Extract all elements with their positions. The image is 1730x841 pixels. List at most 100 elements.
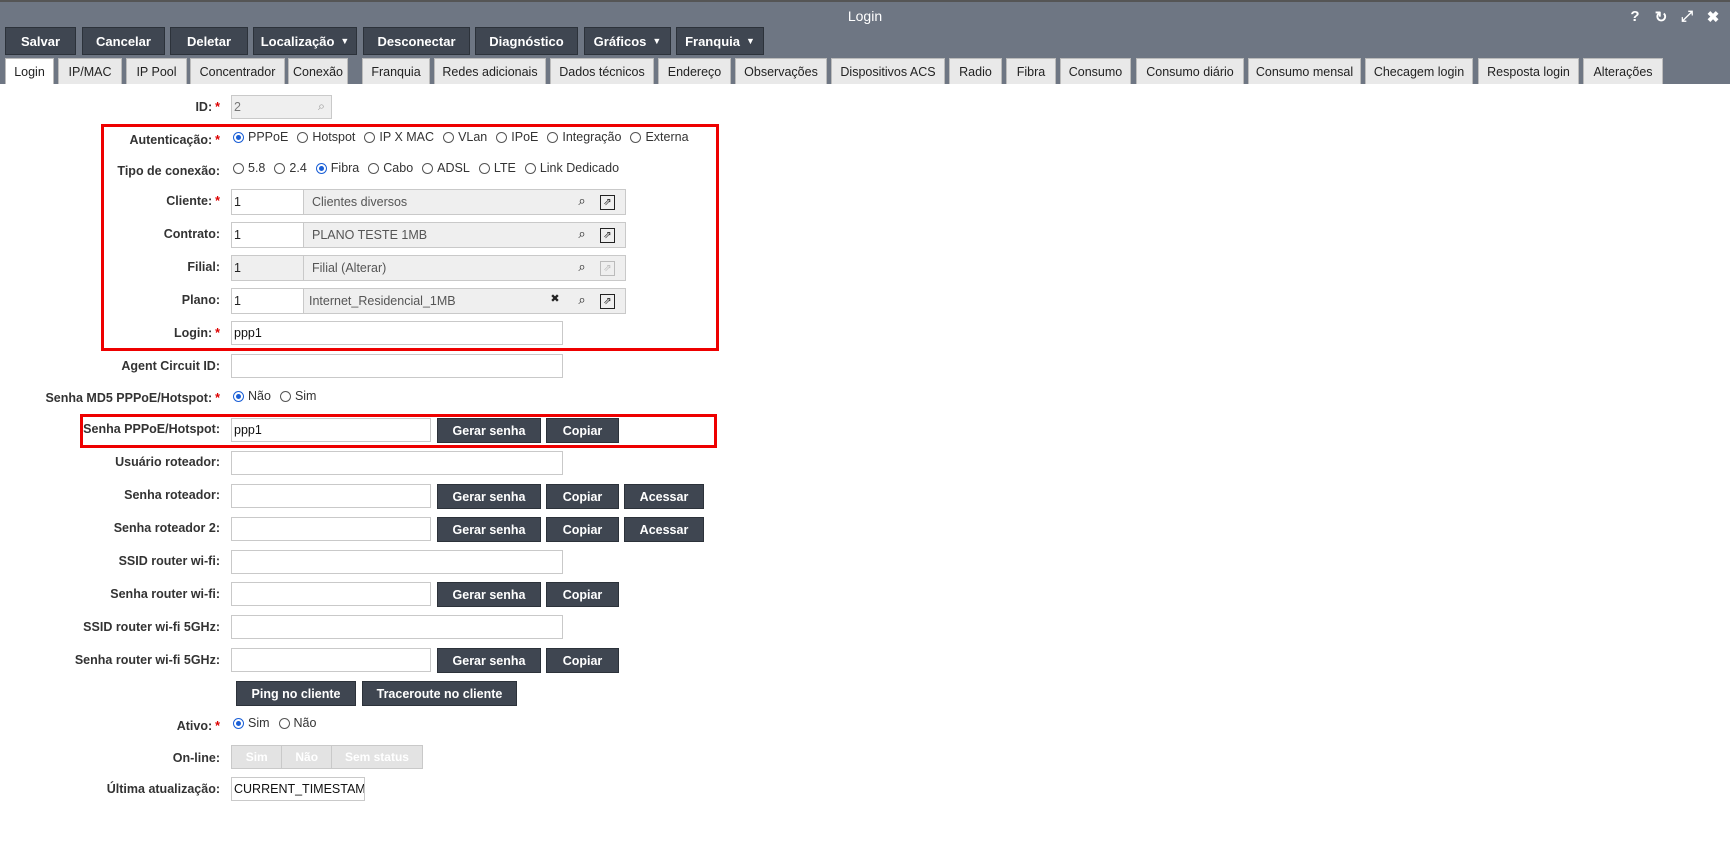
- login-input[interactable]: ppp1: [231, 321, 563, 345]
- cancel-button[interactable]: Cancelar: [82, 27, 165, 55]
- tab-redes-adicionais[interactable]: Redes adicionais: [434, 58, 546, 84]
- gerar-senha-wifi5-button[interactable]: Gerar senha: [437, 648, 541, 673]
- gerar-senha-roteador2-button[interactable]: Gerar senha: [437, 517, 541, 542]
- acessar-roteador2-button[interactable]: Acessar: [624, 517, 704, 542]
- autenticacao-radio-group: PPPoE Hotspot IP X MAC VLan IPoE Integra…: [233, 130, 698, 144]
- radio-fibra[interactable]: Fibra: [315, 161, 359, 175]
- contrato-lookup[interactable]: 1 PLANO TESTE 1MB ⌕ ⇗: [231, 222, 626, 248]
- history-icon[interactable]: ↻: [1652, 8, 1670, 26]
- open-record-icon[interactable]: ⇗: [600, 228, 615, 243]
- tab-radio[interactable]: Radio: [949, 58, 1002, 84]
- radio-integracao[interactable]: Integração: [547, 130, 621, 144]
- tab-observacoes[interactable]: Observações: [735, 58, 827, 84]
- diagnostic-label: Diagnóstico: [489, 33, 564, 49]
- copiar-senha-roteador-button[interactable]: Copiar: [546, 484, 619, 509]
- cliente-lookup[interactable]: 1 Clientes diversos ⌕ ⇗: [231, 189, 626, 215]
- ping-button[interactable]: Ping no cliente: [236, 681, 356, 706]
- franquia-menu-button[interactable]: Franquia ▼: [676, 27, 764, 55]
- expand-icon[interactable]: ⤢: [1678, 8, 1696, 26]
- radio-2-4[interactable]: 2.4: [274, 161, 307, 175]
- senha-wifi5-input[interactable]: [231, 648, 431, 672]
- tab-consumo[interactable]: Consumo: [1060, 58, 1131, 84]
- open-record-icon[interactable]: ⇗: [600, 294, 615, 309]
- acessar-roteador-button[interactable]: Acessar: [624, 484, 704, 509]
- tab-consumo-mensal[interactable]: Consumo mensal: [1248, 58, 1361, 84]
- tab-alteracoes[interactable]: Alterações: [1583, 58, 1663, 84]
- cliente-code[interactable]: 1: [232, 190, 304, 214]
- radio-label: PPPoE: [248, 130, 289, 144]
- tab-resposta-login[interactable]: Resposta login: [1478, 58, 1579, 84]
- agent-circuit-id-input[interactable]: [231, 354, 563, 378]
- copiar-senha-wifi5-button[interactable]: Copiar: [546, 648, 619, 673]
- ativo-radio-group: Sim Não: [233, 716, 325, 730]
- usuario-roteador-input[interactable]: [231, 451, 563, 475]
- open-record-icon[interactable]: ⇗: [600, 195, 615, 210]
- tab-login[interactable]: Login: [5, 58, 54, 85]
- tab-endereco[interactable]: Endereço: [658, 58, 731, 84]
- radio-nao[interactable]: Não: [233, 389, 271, 403]
- radio-hotspot[interactable]: Hotspot: [297, 130, 355, 144]
- online-sem-status: Sem status: [331, 746, 422, 768]
- copiar-senha-wifi-button[interactable]: Copiar: [546, 582, 619, 607]
- radio-ativo-sim[interactable]: Sim: [233, 716, 270, 730]
- radio-5-8[interactable]: 5.8: [233, 161, 265, 175]
- radio-label: Cabo: [383, 161, 414, 175]
- radio-ipoe[interactable]: IPoE: [496, 130, 538, 144]
- contrato-code[interactable]: 1: [232, 223, 304, 247]
- radio-pppoe[interactable]: PPPoE: [233, 130, 288, 144]
- delete-button[interactable]: Deletar: [170, 27, 248, 55]
- gerar-senha-roteador-button[interactable]: Gerar senha: [437, 484, 541, 509]
- tab-dispositivos-acs[interactable]: Dispositivos ACS: [831, 58, 945, 84]
- radio-externa[interactable]: Externa: [630, 130, 689, 144]
- radio-ip-x-mac[interactable]: IP X MAC: [364, 130, 434, 144]
- tab-checagem-login[interactable]: Checagem login: [1365, 58, 1473, 84]
- search-icon[interactable]: ⌕: [573, 292, 591, 310]
- button-label: Gerar senha: [452, 423, 526, 438]
- radio-lte[interactable]: LTE: [478, 161, 516, 175]
- clear-icon[interactable]: ✖: [546, 292, 564, 310]
- radio-label: IPoE: [511, 130, 539, 144]
- radio-vlan[interactable]: VLan: [443, 130, 487, 144]
- tab-fibra[interactable]: Fibra: [1006, 58, 1056, 84]
- tab-ip-pool[interactable]: IP Pool: [126, 58, 187, 84]
- senha-wifi-input[interactable]: [231, 582, 431, 606]
- radio-sim[interactable]: Sim: [279, 389, 316, 403]
- ultima-atualizacao-input[interactable]: CURRENT_TIMESTAMP: [231, 777, 365, 801]
- gerar-senha-wifi-button[interactable]: Gerar senha: [437, 582, 541, 607]
- senha-roteador-input[interactable]: [231, 484, 431, 508]
- tab-ip-mac[interactable]: IP/MAC: [58, 58, 122, 84]
- help-icon[interactable]: ?: [1626, 8, 1644, 26]
- copiar-senha-roteador2-button[interactable]: Copiar: [546, 517, 619, 542]
- tab-concentrador[interactable]: Concentrador: [190, 58, 285, 84]
- ssid-wifi-input[interactable]: [231, 550, 563, 574]
- radio-ativo-nao[interactable]: Não: [278, 716, 316, 730]
- radio-link-dedicado[interactable]: Link Dedicado: [524, 161, 619, 175]
- senha-pppoe-input[interactable]: ppp1: [231, 418, 431, 442]
- senha-wifi5-label-text: Senha router wi-fi 5GHz:: [74, 653, 220, 667]
- tab-franquia[interactable]: Franquia: [362, 58, 430, 84]
- search-icon[interactable]: ⌕: [573, 193, 591, 211]
- filial-lookup[interactable]: 1 Filial (Alterar) ⌕ ⇗: [231, 255, 626, 281]
- search-icon[interactable]: ⌕: [573, 259, 591, 277]
- close-icon[interactable]: ✖: [1704, 8, 1722, 26]
- graficos-menu-button[interactable]: Gráficos ▼: [584, 27, 671, 55]
- save-button[interactable]: Salvar: [5, 27, 76, 55]
- plano-lookup[interactable]: 1 Internet_Residencial_1MB ✖ ⌕ ⇗: [231, 288, 626, 314]
- tab-consumo-diario[interactable]: Consumo diário: [1136, 58, 1244, 84]
- tab-dados-tecnicos[interactable]: Dados técnicos: [550, 58, 654, 84]
- radio-cabo[interactable]: Cabo: [368, 161, 413, 175]
- plano-code[interactable]: 1: [232, 289, 304, 313]
- senha-roteador2-input[interactable]: [231, 517, 431, 541]
- contrato-label-text: Contrato:: [163, 227, 220, 241]
- search-icon[interactable]: ⌕: [573, 226, 591, 244]
- copiar-senha-pppoe-button[interactable]: Copiar: [546, 418, 619, 443]
- gerar-senha-pppoe-button[interactable]: Gerar senha: [437, 418, 541, 443]
- traceroute-button[interactable]: Traceroute no cliente: [362, 681, 517, 706]
- radio-icon: [547, 131, 559, 143]
- ssid-wifi5-input[interactable]: [231, 615, 563, 639]
- localizacao-menu-button[interactable]: Localização ▼: [253, 27, 357, 55]
- radio-adsl[interactable]: ADSL: [422, 161, 470, 175]
- tab-conexao[interactable]: Conexão: [288, 58, 348, 84]
- disconnect-button[interactable]: Desconectar: [363, 27, 470, 55]
- diagnostic-button[interactable]: Diagnóstico: [475, 27, 578, 55]
